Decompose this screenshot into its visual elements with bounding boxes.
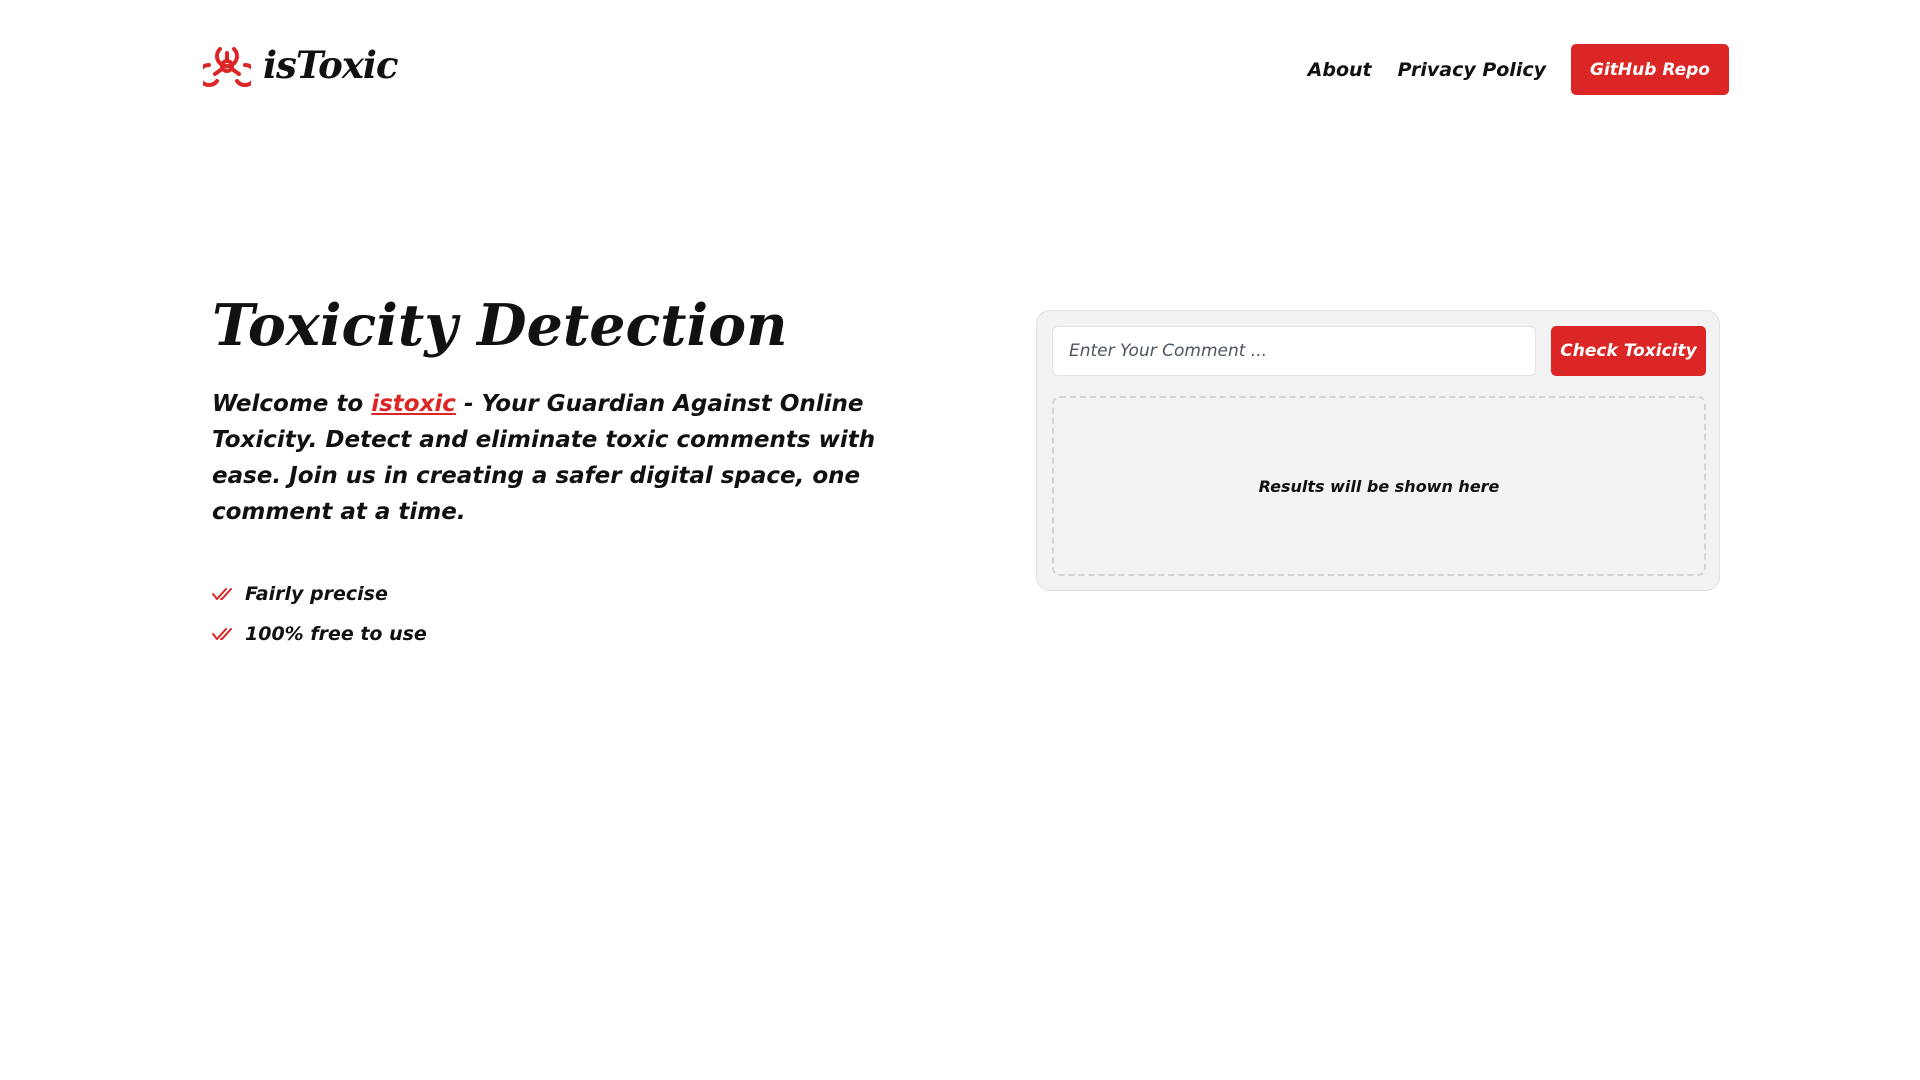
nav-link-privacy-policy[interactable]: Privacy Policy [1398,59,1546,81]
list-item: 100% free to use [212,614,912,654]
feature-label: Fairly precise [245,583,388,605]
hero-description: Welcome to istoxic - Your Guardian Again… [212,386,912,530]
brand-name: isToxic [263,43,398,87]
hero-section: Toxicity Detection Welcome to istoxic - … [212,290,912,654]
results-area: Results will be shown here [1052,396,1706,576]
comment-input[interactable] [1052,326,1536,376]
double-check-icon [212,588,232,600]
toxicity-checker-panel: Check Toxicity Results will be shown her… [1036,310,1720,591]
list-item: Fairly precise [212,574,912,614]
feature-label: 100% free to use [245,623,427,645]
nav-link-about[interactable]: About [1308,59,1372,81]
brand-logo[interactable]: isToxic [203,42,398,88]
double-check-icon [212,628,232,640]
page-title: Toxicity Detection [212,292,788,359]
intro-prefix: Welcome to [212,391,372,417]
biohazard-icon [203,47,251,87]
navbar: isToxic About Privacy Policy GitHub Repo [0,0,1920,140]
github-repo-button[interactable]: GitHub Repo [1571,44,1729,95]
results-placeholder: Results will be shown here [1258,476,1500,496]
brand-link[interactable]: istoxic [371,391,456,417]
feature-list: Fairly precise 100% free to use [212,574,912,654]
check-toxicity-button[interactable]: Check Toxicity [1551,326,1706,376]
nav-links: About Privacy Policy GitHub Repo [1308,44,1729,95]
